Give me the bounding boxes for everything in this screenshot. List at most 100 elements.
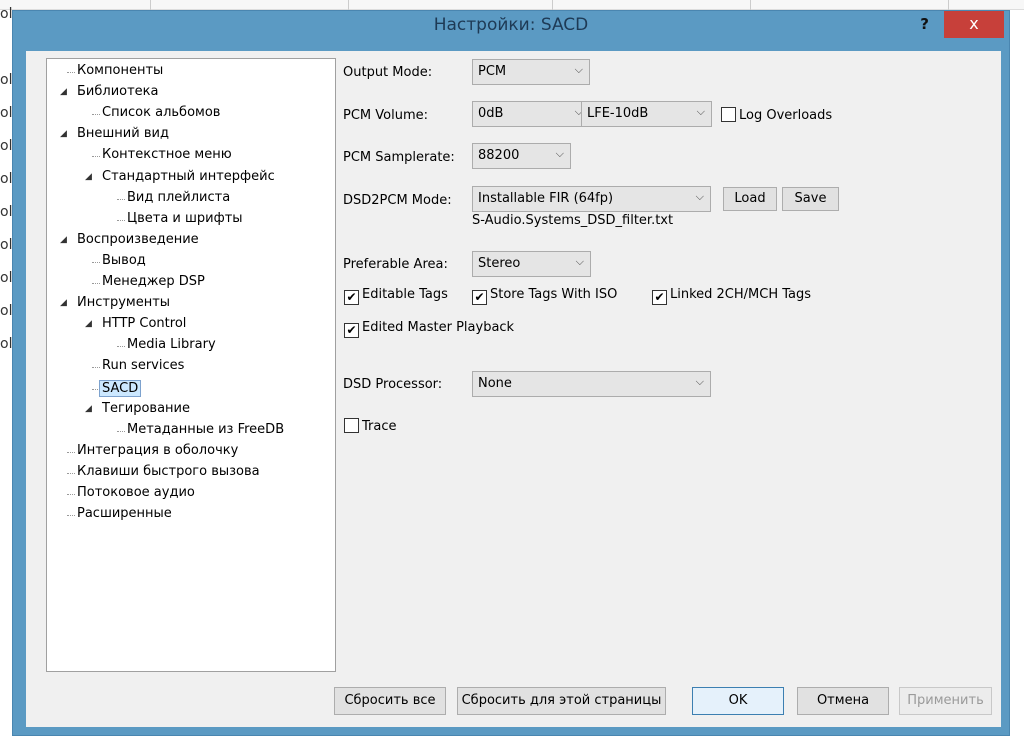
store-tags-checkbox[interactable]: ✔ Store Tags With ISO <box>472 287 617 305</box>
background-text-fragment: ol <box>0 171 13 187</box>
tree-item[interactable]: Воспроизведение <box>77 232 199 247</box>
help-button[interactable]: ? <box>920 15 929 33</box>
tree-item[interactable]: Библиотека <box>77 84 159 99</box>
linked-tags-checkbox[interactable]: ✔ Linked 2CH/MCH Tags <box>652 287 811 305</box>
log-overloads-checkbox[interactable]: Log Overloads <box>721 107 832 123</box>
tree-connector <box>92 114 100 116</box>
dsd-processor-label: DSD Processor: <box>343 377 443 392</box>
tree-item[interactable]: HTTP Control <box>102 316 186 331</box>
cancel-button[interactable]: Отмена <box>797 687 889 715</box>
tree-item[interactable]: Цвета и шрифты <box>127 211 243 226</box>
background-text-fragment: ol <box>0 6 13 22</box>
background-text-fragment: ol <box>0 237 13 253</box>
reset-all-button[interactable]: Сбросить все <box>334 687 446 715</box>
tree-item[interactable]: Метаданные из FreeDB <box>127 422 284 437</box>
chevron-down-icon: ⌵ <box>555 147 564 160</box>
lfe-value: LFE-10dB <box>587 106 649 121</box>
dsd2pcm-mode-select[interactable]: Installable FIR (64fp) ⌵ <box>472 186 711 212</box>
tree-item[interactable]: Менеджер DSP <box>102 274 205 289</box>
dialog-title: Настройки: SACD <box>433 15 589 35</box>
pcm-volume-value: 0dB <box>478 106 504 121</box>
preferable-area-label: Preferable Area: <box>343 257 448 272</box>
tree-connector <box>67 72 75 73</box>
check-icon[interactable]: ✔ <box>472 290 487 305</box>
background-text-fragment: ol <box>0 138 13 154</box>
apply-button[interactable]: Применить <box>899 687 992 715</box>
ok-button[interactable]: OK <box>692 687 784 715</box>
pcm-volume-label: PCM Volume: <box>343 108 428 123</box>
lfe-select[interactable]: LFE-10dB ⌵ <box>581 101 712 127</box>
bg-column-divider <box>348 0 349 10</box>
tree-item[interactable]: Тегирование <box>102 401 190 416</box>
tree-connector <box>92 261 100 263</box>
pcm-samplerate-value: 88200 <box>478 148 520 163</box>
expand-arrow-icon[interactable]: ◢ <box>60 87 67 97</box>
tree-item[interactable]: Расширенные <box>77 506 172 521</box>
tree-item[interactable]: Интеграция в оболочку <box>77 443 238 458</box>
tree-item[interactable]: Потоковое аудио <box>77 485 195 500</box>
bg-column-divider <box>552 0 553 10</box>
expand-arrow-icon[interactable]: ◢ <box>85 404 92 414</box>
check-icon[interactable]: ✔ <box>652 290 667 305</box>
store-tags-label: Store Tags With ISO <box>490 287 618 302</box>
dsd-processor-value: None <box>478 376 512 391</box>
tree-item[interactable]: Вид плейлиста <box>127 190 230 205</box>
background-window-header <box>0 0 1024 10</box>
tree-connector <box>92 367 100 369</box>
tree-item[interactable]: Контекстное меню <box>102 147 232 162</box>
tree-item[interactable]: Клавиши быстрого вызова <box>77 464 260 479</box>
tree-connector <box>117 198 125 200</box>
tree-item[interactable]: Run services <box>102 358 184 373</box>
tree-item[interactable]: Список альбомов <box>102 105 220 120</box>
close-button[interactable]: x <box>944 11 1004 38</box>
save-button[interactable]: Save <box>782 187 839 211</box>
chevron-down-icon: ⌵ <box>574 63 583 76</box>
check-icon[interactable]: ✔ <box>344 323 359 338</box>
bg-column-divider <box>948 0 949 10</box>
tree-item[interactable]: Media Library <box>127 337 216 352</box>
expand-arrow-icon[interactable]: ◢ <box>60 129 67 139</box>
tree-connector <box>92 283 100 284</box>
tree-item[interactable]: Вывод <box>102 253 146 268</box>
expand-arrow-icon[interactable]: ◢ <box>85 319 92 329</box>
tree-item[interactable]: Инструменты <box>77 295 170 310</box>
preferable-area-select[interactable]: Stereo ⌵ <box>472 251 591 277</box>
log-overloads-label: Log Overloads <box>739 108 833 123</box>
settings-dialog: Настройки: SACD ? x Компоненты ◢ Библиотек… <box>12 10 1010 736</box>
editable-tags-label: Editable Tags <box>362 287 448 302</box>
tree-item[interactable]: SACD <box>99 379 142 397</box>
load-button[interactable]: Load <box>723 187 777 211</box>
background-text-fragment: ol <box>0 204 13 220</box>
trace-checkbox[interactable]: Trace <box>344 418 397 434</box>
pcm-samplerate-label: PCM Samplerate: <box>343 150 455 165</box>
tree-item[interactable]: Компоненты <box>77 63 163 78</box>
pcm-volume-select[interactable]: 0dB ⌵ <box>472 101 590 127</box>
preferences-tree[interactable]: Компоненты ◢ Библиотека Список альбомов ◢ Вне… <box>46 58 336 672</box>
check-icon[interactable]: ✔ <box>344 290 359 305</box>
checkbox-box[interactable] <box>721 107 736 122</box>
output-mode-select[interactable]: PCM ⌵ <box>472 59 590 85</box>
expand-arrow-icon[interactable]: ◢ <box>60 298 67 308</box>
tree-connector <box>117 346 125 348</box>
chevron-down-icon: ⌵ <box>575 255 584 268</box>
chevron-down-icon: ⌵ <box>696 105 705 118</box>
edited-master-checkbox[interactable]: ✔ Edited Master Playback <box>344 320 514 338</box>
reset-page-button[interactable]: Сбросить для этой страницы <box>457 687 666 715</box>
checkbox-box[interactable] <box>344 418 359 433</box>
expand-arrow-icon[interactable]: ◢ <box>60 235 67 245</box>
background-text-fragment: ol <box>0 105 13 121</box>
expand-arrow-icon[interactable]: ◢ <box>85 172 92 182</box>
bg-column-divider <box>750 0 751 10</box>
dsd2pcm-mode-label: DSD2PCM Mode: <box>343 193 452 208</box>
tree-item[interactable]: Внешний вид <box>77 126 169 141</box>
editable-tags-checkbox[interactable]: ✔ Editable Tags <box>344 287 448 305</box>
dsd-processor-select[interactable]: None ⌵ <box>472 371 711 397</box>
chevron-down-icon: ⌵ <box>695 375 704 388</box>
output-mode-label: Output Mode: <box>343 65 433 80</box>
edited-master-label: Edited Master Playback <box>362 320 515 335</box>
tree-item[interactable]: Стандартный интерфейс <box>102 169 275 184</box>
tree-connector <box>92 156 100 158</box>
dsd2pcm-mode-value: Installable FIR (64fp) <box>478 191 614 206</box>
pcm-samplerate-select[interactable]: 88200 ⌵ <box>472 143 571 169</box>
chevron-down-icon: ⌵ <box>695 190 704 203</box>
